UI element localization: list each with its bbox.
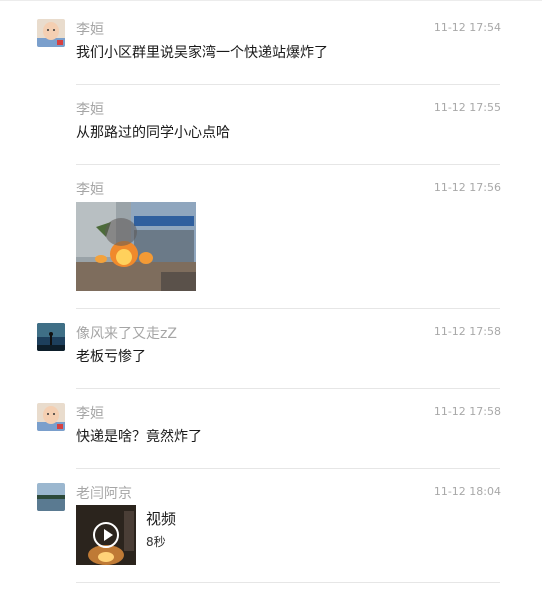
sender-name[interactable]: 李姮 [76,405,104,423]
timestamp: 11-12 18:04 [433,485,501,498]
avatar[interactable] [37,483,65,511]
sender-name[interactable]: 老闫阿京 [76,485,132,503]
message-divider [76,468,500,469]
avatar[interactable] [37,19,65,47]
timestamp: 11-12 17:55 [433,101,501,114]
video-thumbnail[interactable] [76,505,136,565]
fire-photo[interactable] [76,202,196,291]
message-text: 从那路过的同学小心点哈 [76,125,230,141]
sender-name[interactable]: 像风来了又走zZ [76,325,177,343]
sender-name[interactable]: 李姮 [76,181,104,199]
message-divider [76,164,500,165]
message-text: 快递是啥？竟然炸了 [76,429,202,445]
sender-name[interactable]: 李姮 [76,21,104,39]
timestamp: 11-12 17:56 [433,181,501,194]
message-divider [76,388,500,389]
video-title[interactable]: 视频 [146,510,176,528]
sender-name[interactable]: 李姮 [76,101,104,119]
message-text: 老板亏惨了 [76,349,146,365]
avatar[interactable] [37,323,65,351]
message-text: 我们小区群里说吴家湾一个快递站爆炸了 [76,45,328,61]
top-divider [0,0,542,1]
timestamp: 11-12 17:58 [433,405,501,418]
avatar[interactable] [37,403,65,431]
timestamp: 11-12 17:54 [433,21,501,34]
timestamp: 11-12 17:58 [433,325,501,338]
message-divider [76,582,500,583]
play-icon[interactable] [93,522,119,548]
video-duration: 8秒 [146,535,166,549]
message-divider [76,84,500,85]
message-divider [76,308,500,309]
